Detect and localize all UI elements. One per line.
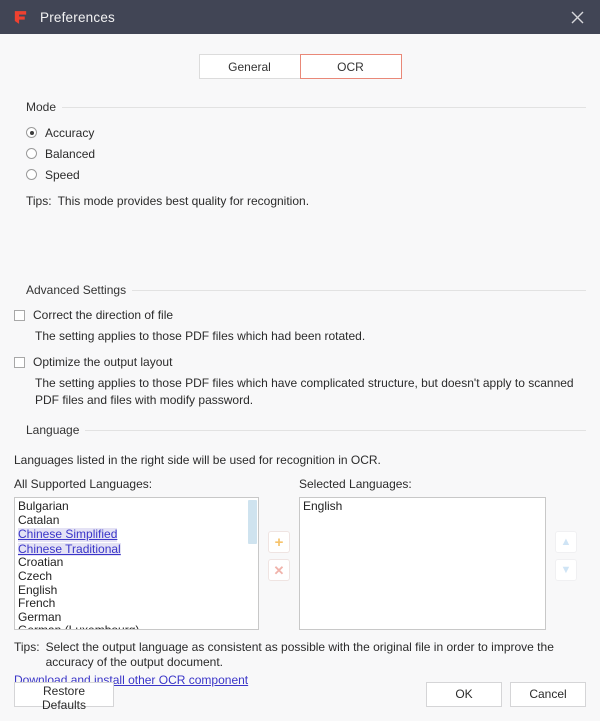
list-item[interactable]: Catalan [18, 513, 258, 528]
list-item[interactable]: Croatian [18, 556, 258, 570]
add-language-button[interactable]: + [268, 531, 290, 553]
move-down-button[interactable]: ▼ [555, 559, 577, 581]
move-up-button[interactable]: ▲ [555, 531, 577, 553]
mode-tips-key: Tips: [26, 194, 52, 208]
advanced-group-legend: Advanced Settings [14, 283, 133, 297]
plus-icon: + [274, 533, 284, 551]
radio-accuracy-icon[interactable] [26, 127, 37, 138]
checkbox-correct-direction-icon[interactable] [14, 309, 25, 321]
radio-speed-label: Speed [45, 167, 80, 182]
advanced-group-body: Correct the direction of file The settin… [14, 297, 586, 409]
radio-row-speed[interactable]: Speed [26, 164, 586, 185]
cancel-button[interactable]: Cancel [510, 681, 586, 707]
list-item[interactable]: Chinese Simplified [18, 528, 118, 542]
scrollbar-thumb[interactable] [248, 500, 257, 544]
mode-group-legend: Mode [14, 100, 63, 114]
list-item[interactable]: French [18, 597, 258, 611]
preferences-content: Mode Accuracy Balanced Speed Tips: This m… [0, 100, 600, 687]
selected-languages-listbox[interactable]: English [299, 497, 546, 630]
language-group-divider [14, 430, 586, 431]
tab-group: General OCR [198, 53, 402, 79]
selected-languages-column: Selected Languages: English [299, 477, 546, 630]
list-item[interactable]: English [303, 499, 545, 514]
list-item[interactable]: Czech [18, 569, 258, 584]
dialog-footer: Restore Defaults OK Cancel [0, 667, 600, 721]
list-item[interactable]: German [18, 610, 258, 625]
mode-group-divider [14, 107, 586, 108]
radio-row-accuracy[interactable]: Accuracy [26, 122, 586, 143]
radio-accuracy-label: Accuracy [45, 125, 95, 140]
close-x-icon: ✕ [273, 562, 285, 578]
close-icon[interactable] [554, 0, 600, 34]
radio-balanced-label: Balanced [45, 146, 96, 161]
radio-speed-icon[interactable] [26, 169, 37, 180]
language-group: Language Languages listed in the right s… [14, 423, 586, 687]
arrow-down-icon: ▼ [560, 563, 572, 576]
all-languages-scrollbar[interactable] [248, 499, 257, 629]
all-languages-column: All Supported Languages: Bulgarian Catal… [14, 477, 259, 630]
ok-button[interactable]: OK [426, 681, 502, 707]
tab-ocr-label: OCR [337, 59, 364, 74]
all-languages-listbox[interactable]: Bulgarian Catalan Chinese Simplified Chi… [14, 497, 259, 630]
transfer-buttons: + ✕ [268, 477, 290, 581]
selected-languages-items: English [300, 498, 545, 514]
radio-balanced-icon[interactable] [26, 148, 37, 159]
remove-language-button[interactable]: ✕ [268, 559, 290, 581]
language-tips-key: Tips: [14, 640, 40, 654]
window-title: Preferences [40, 9, 115, 25]
language-lists: All Supported Languages: Bulgarian Catal… [14, 477, 586, 630]
list-item[interactable]: German (Luxembourg) [18, 624, 258, 629]
mode-group: Mode Accuracy Balanced Speed Tips: This m… [14, 100, 586, 209]
tab-general[interactable]: General [198, 53, 301, 79]
all-languages-caption: All Supported Languages: [14, 477, 153, 491]
language-group-legend: Language [14, 423, 86, 437]
checkbox-optimize-layout-icon[interactable] [14, 356, 25, 368]
tab-ocr[interactable]: OCR [299, 53, 402, 79]
foxit-f-logo-icon [14, 10, 27, 24]
checkbox-row-correct-direction[interactable]: Correct the direction of file [14, 305, 586, 325]
all-languages-items: Bulgarian Catalan Chinese Simplified Chi… [15, 498, 258, 629]
mode-tips: Tips: This mode provides best quality for… [26, 193, 586, 209]
arrow-up-icon: ▲ [560, 535, 572, 548]
list-item[interactable]: English [18, 583, 258, 598]
restore-defaults-button[interactable]: Restore Defaults [14, 681, 114, 712]
close-glyph [571, 11, 583, 23]
checkbox-correct-direction-label: Correct the direction of file [33, 308, 174, 322]
window-titlebar: Preferences [0, 0, 600, 34]
radio-row-balanced[interactable]: Balanced [26, 143, 586, 164]
language-tips-text: Select the output language as consistent… [45, 640, 554, 669]
mode-group-body: Accuracy Balanced Speed Tips: This mode p… [14, 114, 586, 209]
language-group-body: Languages listed in the right side will … [14, 437, 586, 687]
optimize-layout-description: The setting applies to those PDF files w… [35, 376, 574, 407]
list-item[interactable]: Chinese Traditional [18, 542, 121, 557]
mode-tips-text: This mode provides best quality for reco… [57, 194, 310, 208]
checkbox-optimize-layout-label: Optimize the output layout [33, 355, 173, 369]
selected-languages-caption: Selected Languages: [299, 477, 412, 491]
reorder-buttons: ▲ ▼ [555, 477, 577, 581]
language-intro: Languages listed in the right side will … [14, 453, 381, 467]
tab-bar: General OCR [0, 34, 600, 84]
correct-direction-description: The setting applies to those PDF files w… [35, 329, 366, 343]
checkbox-row-optimize-layout[interactable]: Optimize the output layout [14, 352, 586, 372]
list-item[interactable]: Bulgarian [18, 499, 258, 514]
language-tips: Tips: Select the output language as cons… [14, 640, 586, 670]
tab-general-label: General [228, 59, 271, 74]
advanced-settings-group: Advanced Settings Correct the direction … [14, 283, 586, 409]
